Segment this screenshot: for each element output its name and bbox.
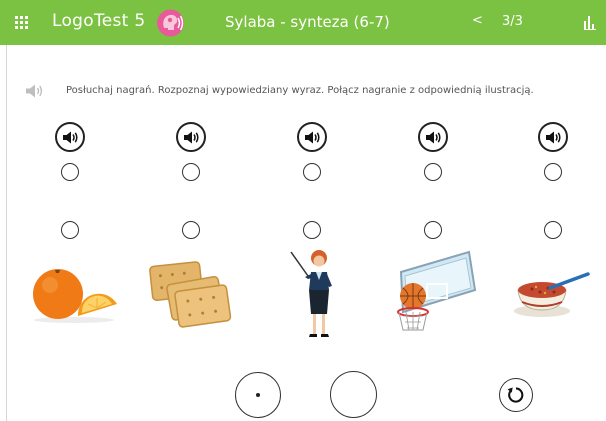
- soup-bowl-picture: [514, 272, 590, 317]
- picture-connector-5[interactable]: [544, 221, 562, 239]
- recording-play-button-5[interactable]: [538, 122, 568, 152]
- grid-menu-icon[interactable]: [15, 16, 28, 29]
- page-counter: 3/3: [502, 14, 523, 29]
- teacher-picture: [290, 250, 332, 337]
- basketball-hoop-picture: [397, 250, 477, 331]
- recording-connector-2[interactable]: [182, 163, 200, 181]
- recording-connector-1[interactable]: [61, 163, 79, 181]
- instruction-text: Posłuchaj nagrań. Rozpoznaj wypowiedzian…: [66, 85, 534, 96]
- speaker-icon: [63, 131, 78, 144]
- recording-connector-5[interactable]: [544, 163, 562, 181]
- picture-connector-2[interactable]: [182, 221, 200, 239]
- recording-connector-3[interactable]: [303, 163, 321, 181]
- instruction-speaker-icon[interactable]: [26, 84, 44, 98]
- recording-play-button-3[interactable]: [297, 122, 327, 152]
- recording-connector-4[interactable]: [424, 163, 442, 181]
- recording-play-button-2[interactable]: [176, 122, 206, 152]
- picture-connector-4[interactable]: [424, 221, 442, 239]
- module-title: Sylaba - synteza (6-7): [225, 13, 390, 31]
- record-dot-icon: [256, 393, 260, 397]
- speaker-icon: [426, 131, 441, 144]
- bar-chart-icon[interactable]: [584, 16, 596, 30]
- logotest-logo-icon: [157, 9, 184, 37]
- speaker-icon: [546, 131, 561, 144]
- orange-picture: [33, 269, 117, 323]
- app-title: LogoTest 5: [52, 11, 146, 31]
- speaker-icon: [184, 131, 199, 144]
- stop-button[interactable]: [330, 371, 377, 418]
- picture-connector-3[interactable]: [303, 221, 321, 239]
- record-button[interactable]: [235, 372, 281, 418]
- left-divider: [6, 45, 7, 421]
- speaker-icon: [305, 131, 320, 144]
- top-bar: LogoTest 5 Sylaba - synteza (6-7) < 3/3: [0, 0, 606, 45]
- picture-connector-1[interactable]: [61, 221, 79, 239]
- recording-play-button-4[interactable]: [418, 122, 448, 152]
- reset-icon[interactable]: [499, 378, 533, 412]
- recording-play-button-1[interactable]: [55, 122, 85, 152]
- previous-button[interactable]: <: [472, 13, 483, 28]
- crackers-picture: [149, 261, 232, 328]
